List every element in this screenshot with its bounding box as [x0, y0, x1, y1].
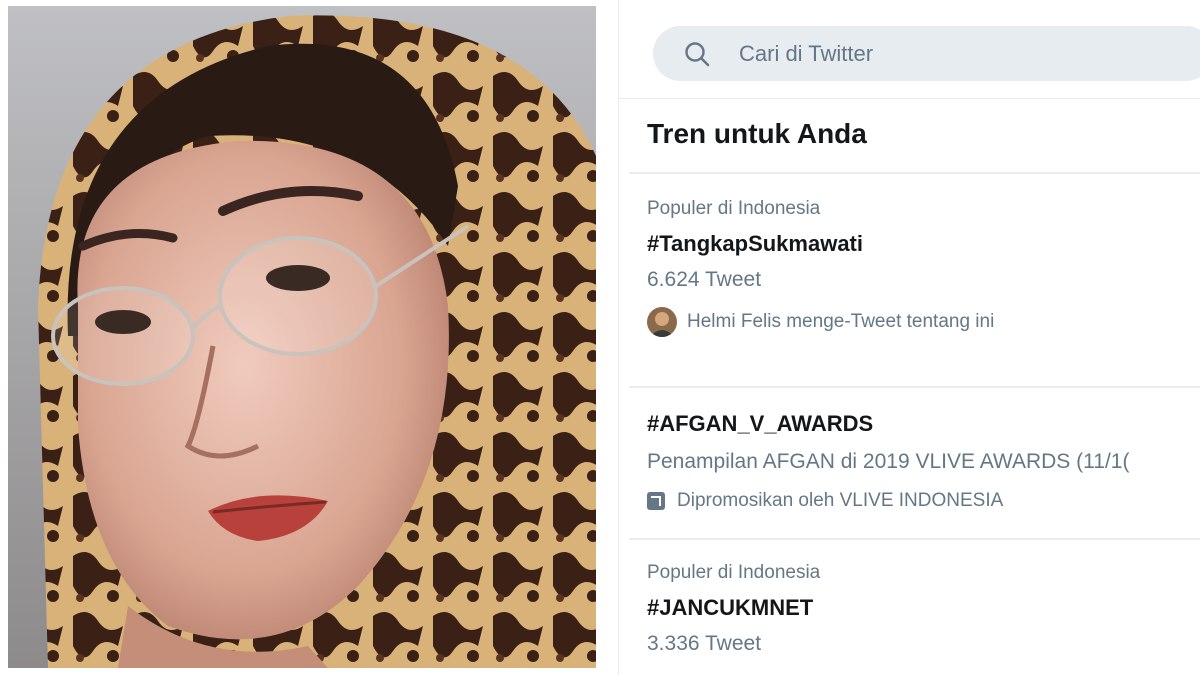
trend-hashtag[interactable]: #JANCUKMNET [647, 595, 813, 621]
panel-divider [596, 0, 618, 675]
trend-context: Populer di Indonesia [647, 198, 821, 219]
search-bar[interactable]: Cari di Twitter [653, 26, 1200, 81]
trend-divider [629, 386, 1200, 388]
search-icon [685, 41, 710, 66]
portrait-photo [8, 6, 596, 668]
trends-divider [629, 172, 1200, 174]
trend-tweet-count: 6.624 Tweet [647, 268, 762, 291]
trend-description: Penampilan AFGAN di 2019 VLIVE AWARDS (1… [647, 450, 1130, 473]
trend-tweet-count: 3.336 Tweet [647, 632, 762, 655]
search-input[interactable]: Cari di Twitter [739, 41, 873, 67]
trend-promoted: Dipromosikan oleh VLIVE INDONESIA [647, 490, 1003, 512]
trends-heading: Tren untuk Anda [647, 118, 867, 149]
trend-hashtag[interactable]: #AFGAN_V_AWARDS [647, 411, 873, 437]
trend-tweeted-by: Helmi Felis menge-Tweet tentang ini [647, 307, 994, 337]
trend-tweeted-by-label: Helmi Felis menge-Tweet tentang ini [687, 311, 995, 332]
trend-hashtag[interactable]: #TangkapSukmawati [647, 231, 863, 257]
portrait-image [8, 6, 596, 668]
twitter-trends-panel: Cari di Twitter Tren untuk Anda Populer … [618, 0, 1200, 675]
trend-context: Populer di Indonesia [647, 562, 821, 583]
trend-promoted-label: Dipromosikan oleh VLIVE INDONESIA [677, 490, 1004, 511]
promoted-icon [647, 492, 665, 510]
header-divider [619, 98, 1200, 99]
avatar [647, 307, 677, 337]
trend-divider [629, 538, 1200, 540]
